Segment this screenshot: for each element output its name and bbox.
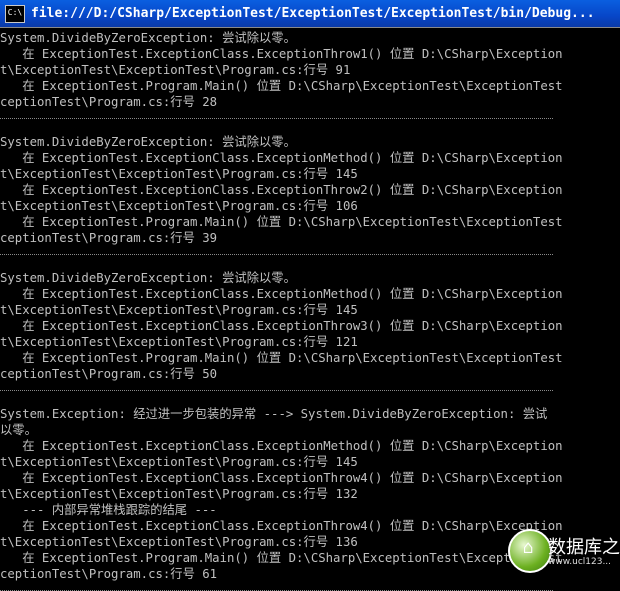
- console-line: 在 ExceptionTest.Program.Main() 位置 D:\CSh…: [0, 351, 563, 365]
- console-output[interactable]: System.DivideByZeroException: 尝试除以零。 在 E…: [0, 30, 620, 591]
- console-line: 在 ExceptionTest.ExceptionClass.Exception…: [0, 151, 563, 165]
- console-line: System.DivideByZeroException: 尝试除以零。: [0, 271, 296, 285]
- window-titlebar[interactable]: C:\ file:///D:/CSharp/ExceptionTest/Exce…: [0, 0, 620, 28]
- watermark-logo: ⌂ 数据库之 www.ucl123...: [508, 529, 620, 575]
- console-line: 在 ExceptionTest.ExceptionClass.Exception…: [0, 471, 563, 485]
- console-line: ceptionTest\Program.cs:行号 39: [0, 231, 218, 245]
- console-line: 在 ExceptionTest.ExceptionClass.Exception…: [0, 319, 563, 333]
- console-line: 在 ExceptionTest.Program.Main() 位置 D:\CSh…: [0, 79, 563, 93]
- window-title: file:///D:/CSharp/ExceptionTest/Exceptio…: [31, 6, 595, 21]
- separator-line: [0, 390, 620, 406]
- console-line: 以零。: [0, 423, 37, 437]
- console-line: t\ExceptionTest\ExceptionTest\Program.cs…: [0, 455, 358, 469]
- home-icon: ⌂: [522, 537, 534, 558]
- separator-line: [0, 118, 620, 134]
- watermark-url: www.ucl123...: [548, 557, 612, 567]
- console-line: System.Exception: 经过进一步包装的异常 ---> System…: [0, 407, 548, 421]
- console-line: t\ExceptionTest\ExceptionTest\Program.cs…: [0, 335, 358, 349]
- console-line: System.DivideByZeroException: 尝试除以零。: [0, 31, 296, 45]
- console-line: 在 ExceptionTest.ExceptionClass.Exception…: [0, 183, 563, 197]
- console-line: 在 ExceptionTest.ExceptionClass.Exception…: [0, 439, 563, 453]
- console-line: 在 ExceptionTest.ExceptionClass.Exception…: [0, 287, 563, 301]
- console-line: t\ExceptionTest\ExceptionTest\Program.cs…: [0, 303, 358, 317]
- console-line: t\ExceptionTest\ExceptionTest\Program.cs…: [0, 63, 351, 77]
- console-line: --- 内部异常堆栈跟踪的结尾 ---: [0, 503, 217, 517]
- console-line: System.DivideByZeroException: 尝试除以零。: [0, 135, 296, 149]
- console-line: t\ExceptionTest\ExceptionTest\Program.cs…: [0, 167, 358, 181]
- console-app-icon[interactable]: C:\: [5, 4, 25, 23]
- console-line: 在 ExceptionTest.ExceptionClass.Exception…: [0, 47, 563, 61]
- console-line: t\ExceptionTest\ExceptionTest\Program.cs…: [0, 487, 358, 501]
- watermark-text: 数据库之: [548, 537, 620, 558]
- console-line: 在 ExceptionTest.Program.Main() 位置 D:\CSh…: [0, 215, 563, 229]
- console-line: ceptionTest\Program.cs:行号 28: [0, 95, 218, 109]
- separator-line: [0, 254, 620, 270]
- console-line: t\ExceptionTest\ExceptionTest\Program.cs…: [0, 199, 358, 213]
- console-line: ceptionTest\Program.cs:行号 50: [0, 367, 218, 381]
